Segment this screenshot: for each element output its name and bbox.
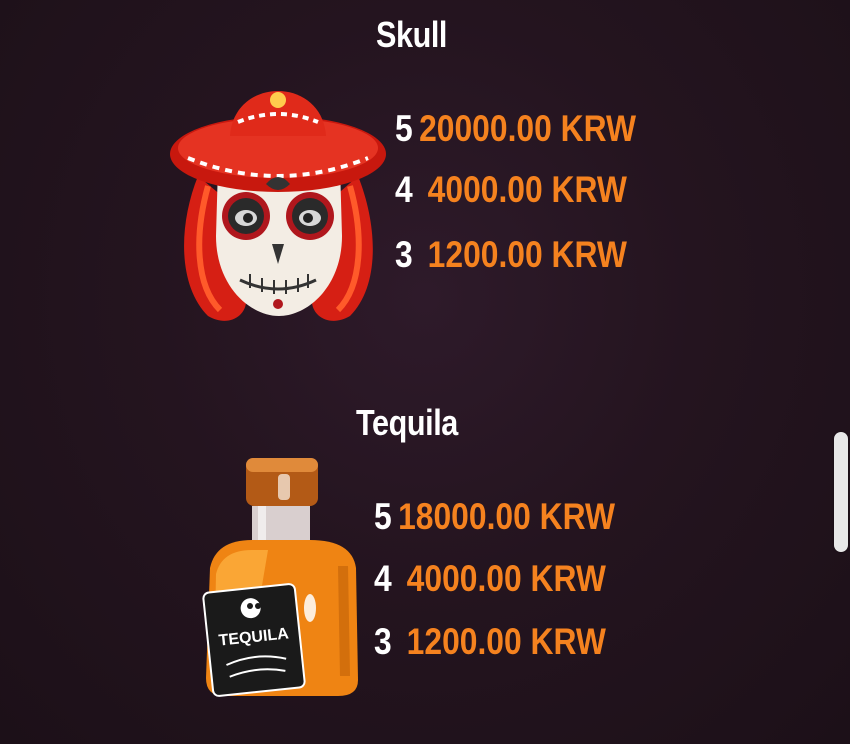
tequila-bottle-icon: TEQUILA: [202, 458, 358, 697]
pay-row: 5 18000.00 KRW: [374, 496, 615, 538]
scrollbar-thumb[interactable]: [834, 432, 848, 552]
pay-value: 1200.00 KRW: [406, 621, 606, 662]
pay-value: 4000.00 KRW: [427, 169, 627, 210]
pay-count: 5: [395, 108, 413, 149]
pay-count: 3: [374, 621, 392, 662]
pay-row: 4 4000.00 KRW: [374, 558, 606, 600]
pay-count: 3: [395, 234, 413, 275]
symbol-title-tequila: Tequila: [356, 402, 458, 443]
symbol-title-skull: Skull: [376, 14, 448, 55]
sugar-skull-sombrero-icon: [170, 91, 386, 321]
pay-value: 18000.00 KRW: [398, 496, 616, 537]
pay-value: 1200.00 KRW: [427, 234, 627, 275]
pay-count: 4: [374, 558, 392, 599]
pay-row: 5 20000.00 KRW: [395, 108, 636, 150]
pay-row: 4 4000.00 KRW: [395, 169, 627, 211]
pay-count: 4: [395, 169, 413, 210]
pay-value: 20000.00 KRW: [419, 108, 637, 149]
pay-row: 3 1200.00 KRW: [395, 234, 627, 276]
pay-count: 5: [374, 496, 392, 537]
pay-row: 3 1200.00 KRW: [374, 621, 606, 663]
pay-value: 4000.00 KRW: [406, 558, 606, 599]
